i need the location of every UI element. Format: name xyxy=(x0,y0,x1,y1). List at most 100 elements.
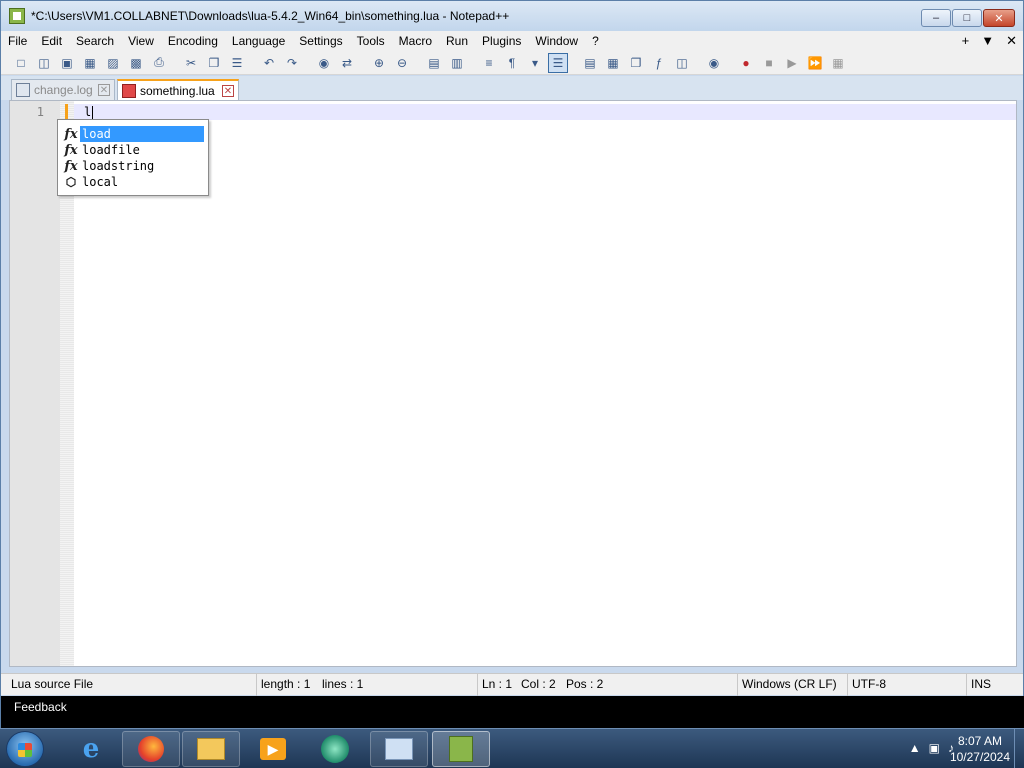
folder-workspace-icon[interactable]: ◫ xyxy=(672,53,692,73)
tab-list-icon[interactable]: ▼ xyxy=(981,31,994,51)
save-icon[interactable]: ▣ xyxy=(57,53,77,73)
network-icon[interactable]: ▣ xyxy=(929,741,940,755)
function-icon: fx xyxy=(64,126,78,142)
toolbar-separator xyxy=(305,53,311,73)
system-clock[interactable]: 8:07 AM 10/27/2024 xyxy=(950,733,1010,765)
dropdown-arrow-icon[interactable]: ▾ xyxy=(525,53,545,73)
autocomplete-item[interactable]: fx load xyxy=(62,126,204,142)
doc-map-icon[interactable]: ▦ xyxy=(603,53,623,73)
tab-change-log[interactable]: change.log ✕ xyxy=(11,79,115,100)
window-controls: – □ ✕ xyxy=(921,9,1015,27)
tab-something-lua[interactable]: something.lua ✕ xyxy=(117,79,239,100)
tab-label: change.log xyxy=(34,83,93,97)
autocomplete-item[interactable]: fx loadfile xyxy=(62,142,204,158)
undo-icon[interactable]: ↶ xyxy=(259,53,279,73)
paste-icon[interactable]: ☰ xyxy=(227,53,247,73)
menu-view[interactable]: View xyxy=(121,31,161,51)
autocomplete-label: local xyxy=(82,175,119,189)
close-doc-icon[interactable]: ✕ xyxy=(1006,31,1017,51)
menu-search[interactable]: Search xyxy=(69,31,121,51)
notepad-app-icon[interactable] xyxy=(9,8,25,24)
title-bar[interactable]: *C:\Users\VM1.COLLABNET\Downloads\lua-5.… xyxy=(1,1,1023,31)
toolbar-separator xyxy=(695,53,701,73)
function-list-icon[interactable]: ƒ xyxy=(649,53,669,73)
menu-run[interactable]: Run xyxy=(439,31,475,51)
autocomplete-item[interactable]: fx loadstring xyxy=(62,158,204,174)
minimize-button[interactable]: – xyxy=(921,9,951,27)
status-insert-mode[interactable]: INS xyxy=(966,674,991,696)
tab-close-icon[interactable]: ✕ xyxy=(222,84,234,97)
user-lang-icon[interactable]: ▤ xyxy=(580,53,600,73)
redo-icon[interactable]: ↷ xyxy=(282,53,302,73)
status-pos: Pos : 2 xyxy=(566,677,604,691)
status-ln: Ln : 1 xyxy=(477,674,512,696)
start-button[interactable] xyxy=(6,731,44,767)
menu-help[interactable]: ? xyxy=(585,31,606,51)
tab-label: something.lua xyxy=(140,83,215,98)
copy-icon[interactable]: ❐ xyxy=(204,53,224,73)
close-file-icon[interactable]: ▨ xyxy=(103,53,123,73)
sync-vertical-icon[interactable]: ▤ xyxy=(424,53,444,73)
maximize-button[interactable]: □ xyxy=(952,9,982,27)
menu-tools[interactable]: Tools xyxy=(350,31,392,51)
status-col: Col : 2 xyxy=(521,677,556,691)
run-macro-multiple-icon[interactable]: ⏩ xyxy=(805,53,825,73)
word-wrap-icon[interactable]: ≡ xyxy=(479,53,499,73)
menu-window[interactable]: Window xyxy=(528,31,585,51)
file-explorer-icon[interactable] xyxy=(182,731,240,767)
toolbar-separator xyxy=(172,53,178,73)
new-tab-icon[interactable]: + xyxy=(962,31,970,51)
doc-list-icon[interactable]: ❐ xyxy=(626,53,646,73)
menu-encoding[interactable]: Encoding xyxy=(161,31,225,51)
zoom-out-icon[interactable]: ⊖ xyxy=(392,53,412,73)
print-icon[interactable]: ⎙ xyxy=(149,53,169,73)
taskbar: e ▶ ▲ ▣ ♪ 8:07 AM 10/27/2024 xyxy=(0,728,1024,768)
show-all-chars-icon[interactable]: ¶ xyxy=(502,53,522,73)
save-macro-icon[interactable]: ▦ xyxy=(828,53,848,73)
status-eol: Windows (CR LF) xyxy=(737,674,837,696)
close-button[interactable]: ✕ xyxy=(983,9,1015,27)
cut-icon[interactable]: ✂ xyxy=(181,53,201,73)
code-text: l xyxy=(84,105,92,119)
menu-edit[interactable]: Edit xyxy=(34,31,69,51)
play-macro-icon[interactable]: ▶ xyxy=(782,53,802,73)
menu-bar: File Edit Search View Encoding Language … xyxy=(1,31,1023,51)
toolbar-separator xyxy=(360,53,366,73)
show-desktop-button[interactable] xyxy=(1014,729,1024,768)
indent-guide-icon[interactable]: ☰ xyxy=(548,52,568,73)
notepad-plus-plus-taskbar-icon[interactable] xyxy=(432,731,490,767)
internet-explorer-icon[interactable]: e xyxy=(62,731,120,767)
record-macro-icon[interactable]: ● xyxy=(736,53,756,73)
status-lines: lines : 1 xyxy=(322,677,364,691)
show-hidden-icons-icon[interactable]: ▲ xyxy=(909,741,921,755)
system-tray: ▲ ▣ ♪ xyxy=(909,741,954,755)
menu-plugins[interactable]: Plugins xyxy=(475,31,528,51)
stop-macro-icon[interactable]: ■ xyxy=(759,53,779,73)
menu-macro[interactable]: Macro xyxy=(392,31,439,51)
feedback-link[interactable]: Feedback xyxy=(14,700,67,714)
open-file-icon[interactable]: ◫ xyxy=(34,53,54,73)
firefox-icon[interactable] xyxy=(122,731,180,767)
sync-horizontal-icon[interactable]: ▥ xyxy=(447,53,467,73)
control-panel-icon[interactable] xyxy=(370,731,428,767)
autocomplete-item[interactable]: ⬡ local xyxy=(62,174,204,190)
status-length: length : 1 xyxy=(256,674,310,696)
menu-settings[interactable]: Settings xyxy=(292,31,349,51)
keyword-box-icon: ⬡ xyxy=(65,175,77,189)
function-icon: fx xyxy=(64,158,78,174)
tab-close-icon[interactable]: ✕ xyxy=(98,84,110,96)
zoom-in-icon[interactable]: ⊕ xyxy=(369,53,389,73)
close-all-icon[interactable]: ▩ xyxy=(126,53,146,73)
media-player-icon[interactable]: ▶ xyxy=(244,731,302,767)
replace-icon[interactable]: ⇄ xyxy=(337,53,357,73)
save-all-icon[interactable]: ▦ xyxy=(80,53,100,73)
new-file-icon[interactable]: □ xyxy=(11,53,31,73)
sync-app-icon[interactable] xyxy=(306,731,364,767)
document-tab-bar: change.log ✕ something.lua ✕ xyxy=(1,76,1023,100)
change-history-marker xyxy=(65,104,68,120)
menu-file[interactable]: File xyxy=(1,31,34,51)
menu-language[interactable]: Language xyxy=(225,31,292,51)
code-line[interactable]: l xyxy=(84,104,94,120)
find-icon[interactable]: ◉ xyxy=(314,53,334,73)
monitoring-eye-icon[interactable]: ◉ xyxy=(704,53,724,73)
